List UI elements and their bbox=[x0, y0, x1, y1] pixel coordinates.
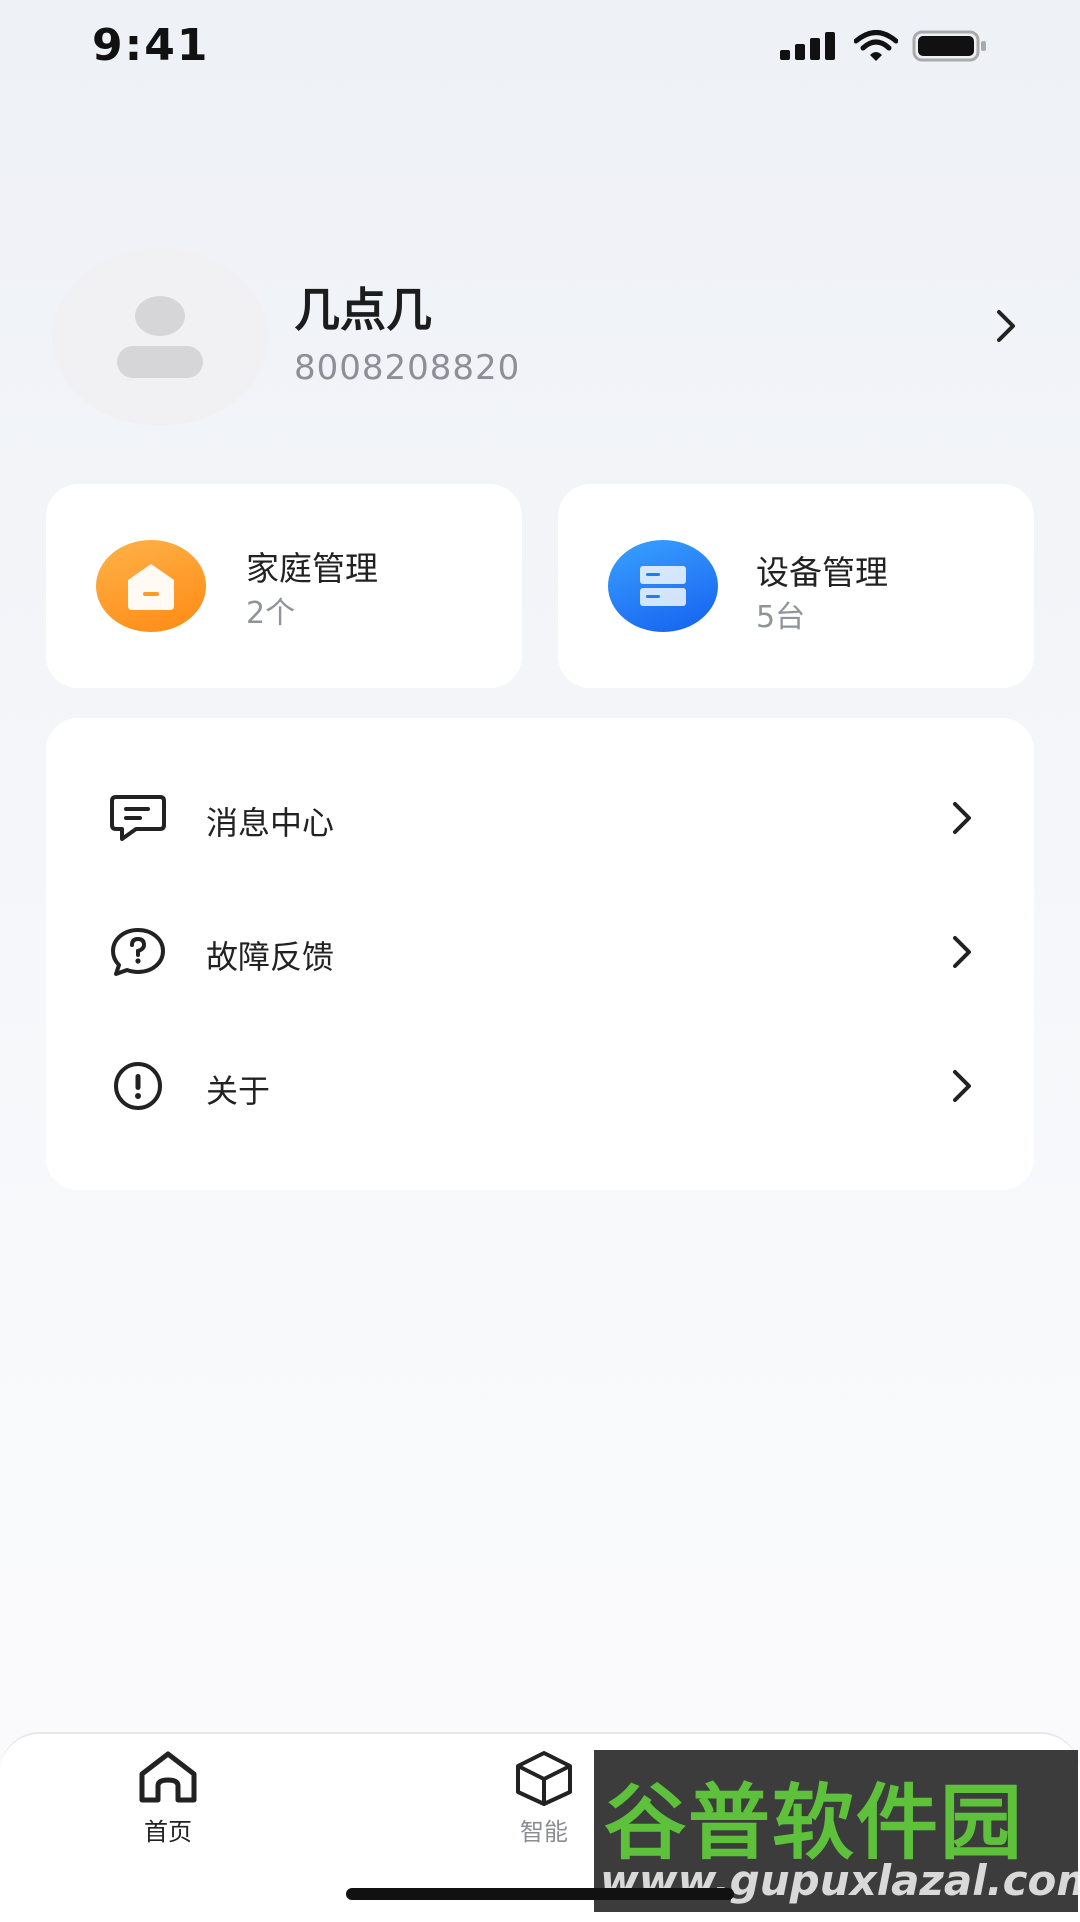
device-card-title: 设备管理 bbox=[756, 553, 888, 592]
status-time: 9:41 bbox=[92, 20, 210, 71]
menu-label-about: 关于 bbox=[206, 1072, 271, 1110]
chevron-right-icon bbox=[953, 936, 971, 968]
menu-item-feedback[interactable]: 故障反馈 bbox=[46, 902, 1034, 1002]
menu-item-messages[interactable]: 消息中心 bbox=[46, 768, 1034, 868]
device-card-count: 5台 bbox=[756, 600, 806, 635]
device-management-card[interactable]: 设备管理 5台 bbox=[558, 484, 1034, 688]
home-tab-icon bbox=[139, 1751, 197, 1803]
cube-icon bbox=[516, 1751, 572, 1806]
tab-home[interactable]: 首页 bbox=[98, 1750, 238, 1870]
home-indicator bbox=[346, 1888, 734, 1900]
info-icon bbox=[114, 1062, 162, 1110]
menu-label-feedback: 故障反馈 bbox=[206, 938, 335, 976]
signal-icon bbox=[780, 32, 835, 60]
chevron-right-icon[interactable] bbox=[994, 308, 1018, 344]
home-card-count: 2个 bbox=[246, 596, 296, 631]
menu-label-messages: 消息中心 bbox=[206, 804, 335, 842]
profile-phone: 8008208820 bbox=[294, 348, 521, 388]
tab-home-label: 首页 bbox=[144, 1818, 192, 1846]
chevron-right-icon bbox=[953, 802, 971, 834]
server-icon bbox=[640, 566, 686, 606]
profile-header[interactable]: 几点几 8008208820 bbox=[52, 248, 1032, 428]
profile-name: 几点几 bbox=[294, 283, 432, 337]
status-icons bbox=[780, 30, 988, 62]
chevron-right-icon bbox=[953, 1070, 971, 1102]
avatar[interactable] bbox=[52, 248, 268, 426]
home-card-title: 家庭管理 bbox=[246, 549, 378, 588]
message-icon bbox=[110, 795, 166, 841]
home-icon bbox=[128, 564, 174, 610]
home-icon-badge bbox=[96, 540, 206, 632]
wifi-icon bbox=[854, 30, 898, 61]
status-bar: 9:41 bbox=[0, 0, 1080, 100]
home-management-card[interactable]: 家庭管理 2个 bbox=[46, 484, 522, 688]
menu-item-about[interactable]: 关于 bbox=[46, 1036, 1034, 1136]
battery-icon bbox=[912, 30, 986, 62]
question-icon bbox=[111, 928, 165, 976]
device-icon-badge bbox=[608, 540, 718, 632]
user-placeholder-icon bbox=[117, 296, 203, 378]
tab-smart[interactable]: 智能 bbox=[474, 1750, 614, 1870]
settings-menu: 消息中心 故障反馈 关于 bbox=[46, 718, 1034, 1190]
tab-smart-label: 智能 bbox=[520, 1818, 568, 1846]
